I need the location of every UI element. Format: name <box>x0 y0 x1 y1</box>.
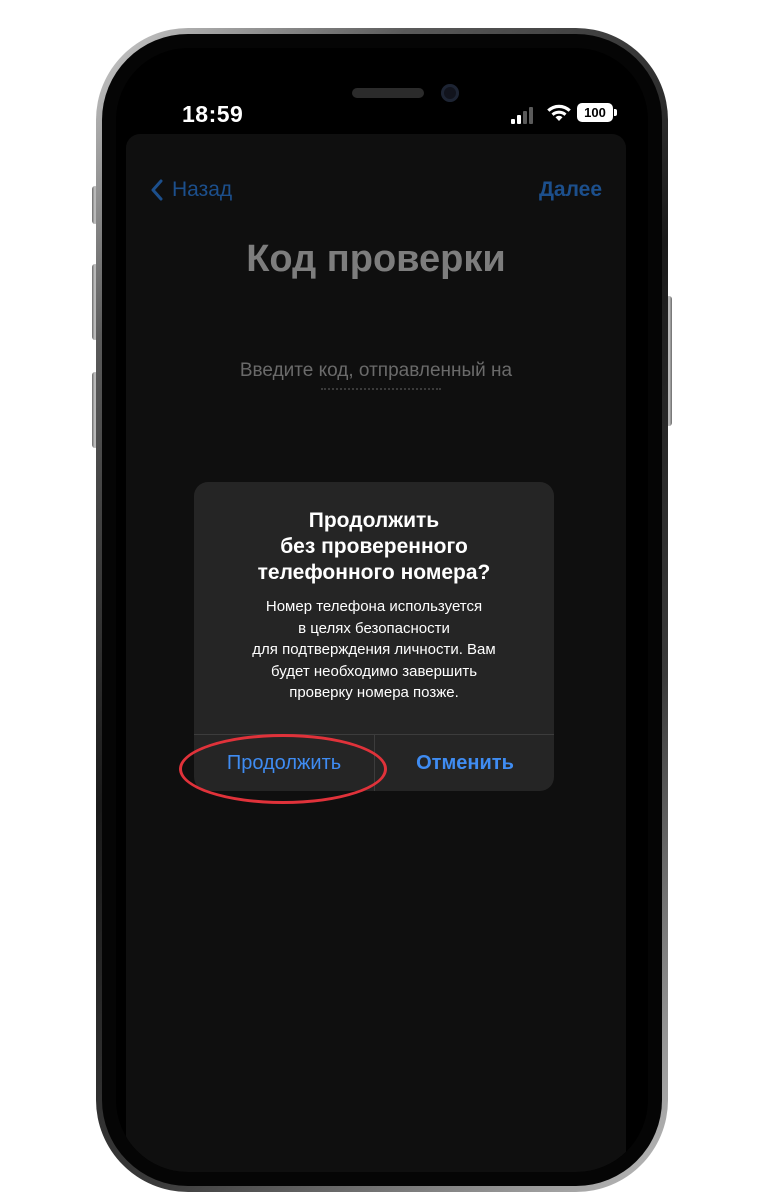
phone-bezel: 18:59 100 Назад Далее Код проверки Введи… <box>102 34 662 1186</box>
phone-frame: 18:59 100 Назад Далее Код проверки Введи… <box>96 28 668 1192</box>
alert-message-line: в целях безопасности <box>298 619 450 637</box>
next-button[interactable]: Далее <box>539 178 602 202</box>
chevron-left-icon <box>151 179 163 201</box>
alert-title: Продолжить без проверенного телефонного … <box>214 508 534 586</box>
page-subtitle: Введите код, отправленный на <box>239 360 513 381</box>
front-camera <box>441 84 459 102</box>
phone-screen: 18:59 100 Назад Далее Код проверки Введи… <box>116 48 648 1172</box>
battery-icon: 100 <box>577 103 617 122</box>
alert-message-line: Номер телефона используется <box>265 598 483 615</box>
cancel-button[interactable]: Отменить <box>375 735 554 791</box>
cellular-signal-icon <box>511 106 539 124</box>
alert-title-line: телефонного номера? <box>257 561 491 584</box>
obscured-phone-number <box>321 388 441 392</box>
highlight-ellipse <box>179 734 387 804</box>
alert-message: Номер телефона используется в целях безо… <box>214 596 534 704</box>
page-title: Код проверки <box>246 238 506 280</box>
alert-message-line: проверку номера позже. <box>289 684 459 701</box>
back-label: Назад <box>172 178 233 201</box>
alert-title-line: без проверенного <box>280 535 468 558</box>
wifi-icon <box>547 104 571 121</box>
speaker-grille <box>352 88 424 98</box>
status-bar: 18:59 100 <box>116 48 648 128</box>
back-button[interactable]: Назад <box>150 178 232 202</box>
status-time: 18:59 <box>182 101 244 127</box>
alert-message-line: для подтверждения личности. Вам <box>252 641 496 658</box>
alert-title-line: Продолжить <box>308 509 440 532</box>
alert-message-line: будет необходимо завершить <box>270 662 478 680</box>
